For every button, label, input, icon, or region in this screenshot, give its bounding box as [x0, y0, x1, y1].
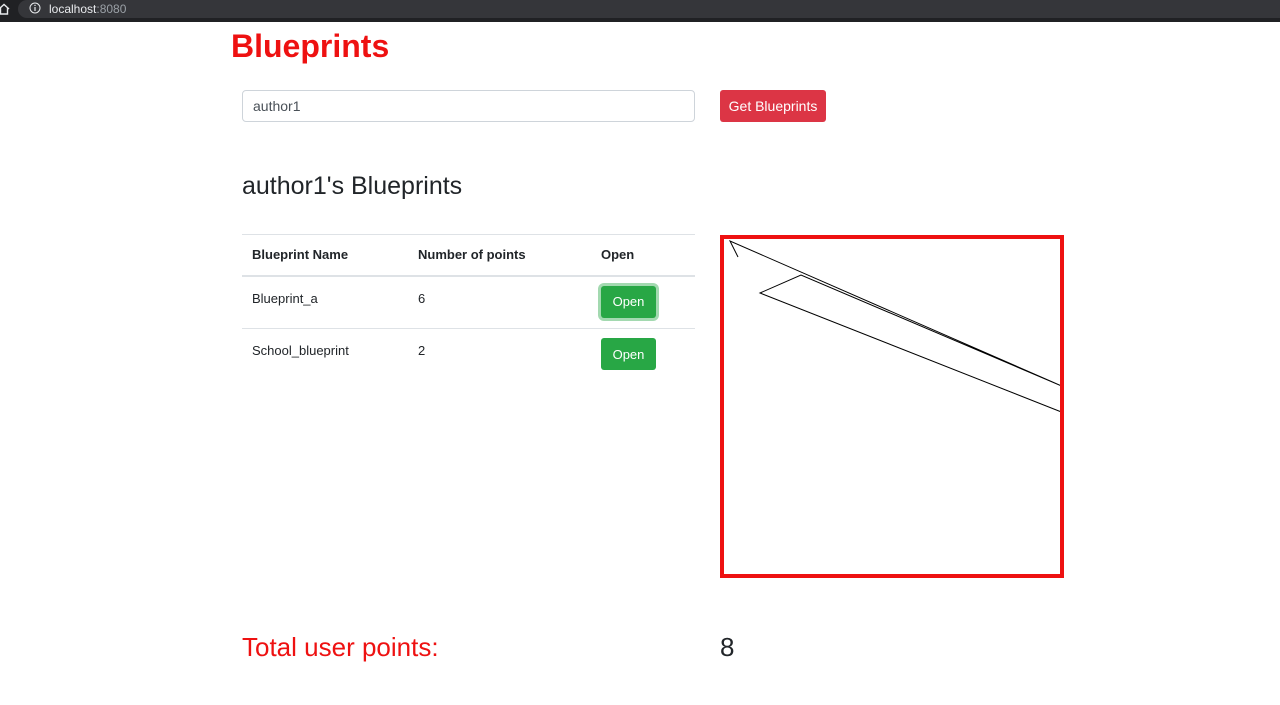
url-text: localhost:8080: [49, 1, 126, 17]
address-bar[interactable]: localhost:8080: [18, 0, 1280, 18]
table-header-row: Blueprint Name Number of points Open: [242, 234, 695, 277]
column-header-open: Open: [591, 234, 695, 277]
table-row: School_blueprint 2 Open: [242, 329, 695, 382]
blueprint-name-cell: School_blueprint: [252, 343, 349, 358]
home-icon[interactable]: [0, 2, 11, 16]
blueprints-table: Blueprint Name Number of points Open Blu…: [242, 234, 695, 382]
open-blueprint-button[interactable]: Open: [601, 338, 656, 370]
page-title: Blueprints: [231, 28, 390, 64]
author-input[interactable]: [242, 90, 695, 122]
column-header-points: Number of points: [408, 234, 591, 277]
browser-toolbar: localhost:8080: [0, 0, 1280, 22]
blueprints-title: author1's Blueprints: [242, 172, 463, 200]
get-blueprints-button[interactable]: Get Blueprints: [720, 90, 826, 122]
open-cell: Open: [591, 329, 695, 382]
total-points-label: Total user points:: [242, 632, 439, 662]
open-cell: Open: [591, 275, 695, 329]
blueprint-canvas[interactable]: [720, 235, 1064, 578]
url-port: :8080: [96, 2, 127, 16]
points-cell: 2: [418, 343, 426, 358]
open-blueprint-button[interactable]: Open: [601, 285, 656, 318]
blueprint-polyline: [728, 239, 1060, 412]
table-row: Blueprint_a 6 Open: [242, 275, 695, 329]
column-header-name: Blueprint Name: [242, 234, 408, 277]
blueprint-drawing: [728, 239, 1060, 412]
url-host: localhost: [49, 2, 97, 16]
info-icon[interactable]: [29, 2, 41, 14]
blueprint-name-cell: Blueprint_a: [242, 275, 408, 329]
points-cell: 6: [408, 275, 591, 329]
total-points-value: 8: [720, 632, 735, 662]
